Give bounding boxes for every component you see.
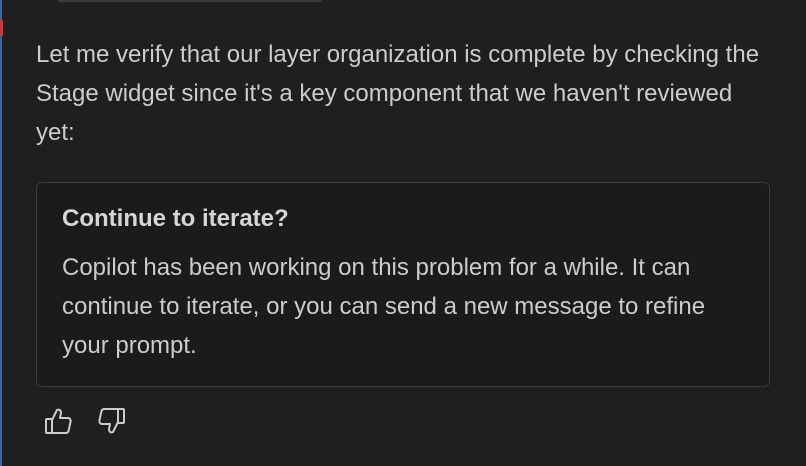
continue-iterate-card: Continue to iterate? Copilot has been wo… bbox=[36, 182, 770, 387]
unhelpful-button[interactable] bbox=[94, 405, 130, 441]
left-edge-marker bbox=[0, 20, 3, 36]
left-edge-accent bbox=[0, 0, 2, 466]
thumbs-up-icon bbox=[42, 405, 74, 442]
assistant-message: Let me verify that our layer organizatio… bbox=[36, 41, 760, 146]
feedback-actions bbox=[40, 405, 130, 445]
helpful-button[interactable] bbox=[40, 405, 76, 441]
thumbs-down-icon bbox=[96, 405, 128, 442]
confirmation-title: Continue to iterate? bbox=[62, 205, 289, 232]
top-divider bbox=[58, 0, 322, 2]
confirmation-body: Copilot has been working on this problem… bbox=[62, 254, 706, 359]
